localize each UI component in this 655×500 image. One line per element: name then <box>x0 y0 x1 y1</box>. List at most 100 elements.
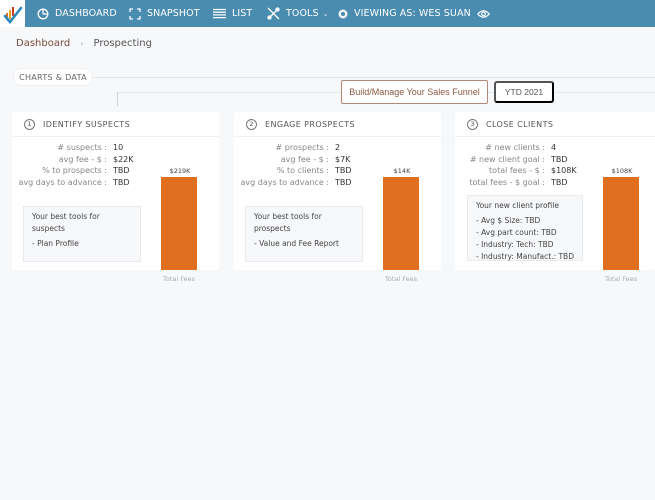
nav-viewing-as-label: VIEWING AS: WES SUAN <box>354 8 471 19</box>
stat-row: # new clients : 4 <box>455 142 577 154</box>
best-tools-box: Your best tools for suspects - Plan Prof… <box>23 206 141 262</box>
bar-value-label: $219K <box>169 167 191 175</box>
card-header: 3 CLOSE CLIENTS <box>455 112 655 137</box>
profile-item: - Industry: Manufact.: TBD <box>476 252 574 261</box>
stat-row: % to clients : TBD <box>234 165 352 177</box>
section-divider-line <box>93 77 655 78</box>
stat-label: avg fee - $ : <box>280 154 329 164</box>
breadcrumb: Dashboard › Prospecting <box>16 38 152 49</box>
profile-item: - Avg $ Size: TBD <box>476 216 541 225</box>
connector-line <box>117 92 341 93</box>
engage-prospects-card: 2 ENGAGE PROSPECTS # prospects : 2 avg fe… <box>234 112 441 283</box>
checkmark-chart-logo-icon <box>3 6 22 24</box>
list-lines-icon <box>213 8 226 19</box>
client-profile-title: Your new client profile <box>476 201 559 210</box>
card-title: CLOSE CLIENTS <box>486 119 554 129</box>
nav-list[interactable]: LIST <box>213 0 252 27</box>
user-circle-icon <box>338 9 348 19</box>
nav-tools-dropdown[interactable]: TOOLS ⌄ <box>267 0 329 27</box>
stat-label: avg days to advance : <box>240 177 329 187</box>
card-header: 1 IDENTIFY SUSPECTS <box>12 112 219 137</box>
stat-row: total fees - $ : $108K <box>455 165 577 177</box>
stat-value: TBD <box>113 177 130 187</box>
stat-value: TBD <box>335 177 352 187</box>
tool-link-value-fee-report[interactable]: - Value and Fee Report <box>254 238 354 250</box>
stat-value: $22K <box>113 154 134 164</box>
total-fees-bar <box>383 177 419 270</box>
best-tools-title: Your best tools for suspects <box>32 212 100 233</box>
nav-tools-label: TOOLS <box>286 8 319 19</box>
stat-value: TBD <box>335 166 352 175</box>
stats-list: # prospects : 2 avg fee - $ : $7K % to cli… <box>234 142 352 189</box>
stat-label: % to clients : <box>276 166 329 175</box>
stats-list: # new clients :4 # new client goal : TBD … <box>455 142 577 189</box>
tools-icon <box>267 7 280 20</box>
bar-axis-label: Total Fees <box>162 275 195 283</box>
charts-data-section-label: CHARTS & DATA <box>13 68 93 86</box>
breadcrumb-dashboard-link[interactable]: Dashboard <box>16 38 70 49</box>
stats-list: # suspects : 10 avg fee - $ : $22K % to pr… <box>12 142 134 189</box>
card-header: 2 ENGAGE PROSPECTS <box>234 112 441 137</box>
stat-label: # new clients : <box>485 143 545 152</box>
new-client-profile-box: Your new client profile - Avg $ Size: TB… <box>467 195 583 261</box>
bar-axis-label: Total Fees <box>384 275 417 283</box>
stat-label: % to prospects : <box>42 166 107 175</box>
total-fees-bar <box>161 177 197 270</box>
total-fees-bar <box>603 177 639 270</box>
breadcrumb-current-page: Prospecting <box>93 38 152 49</box>
close-clients-card: 3 CLOSE CLIENTS # new clients : 4 # new c… <box>455 112 655 283</box>
stat-value: $108K <box>551 166 577 175</box>
stat-label: avg fee - $ : <box>58 154 107 164</box>
stat-value: 2 <box>335 143 341 152</box>
best-tools-box: Your best tools for prospects - Value an… <box>245 206 363 262</box>
nav-viewing-as[interactable]: VIEWING AS: WES SUAN <box>338 0 490 27</box>
stat-row: avg days to advance : TBD <box>234 177 352 189</box>
stat-row: avg fee - $ : $7K <box>234 154 352 166</box>
stat-label: avg days to advance : <box>18 177 107 187</box>
frame-corners-icon <box>129 7 141 20</box>
step-number-badge: 3 <box>467 118 478 130</box>
eye-icon[interactable] <box>476 9 490 19</box>
top-navigation-bar: DASHBOARD SNAPSHOT LIST TOOLS ⌄ VIEWING … <box>0 0 655 27</box>
stat-row: # suspects : 10 <box>12 142 134 154</box>
stat-row: # new client goal : TBD <box>455 154 577 166</box>
stat-value: $7K <box>335 154 351 164</box>
card-title: IDENTIFY SUSPECTS <box>43 119 131 129</box>
app-logo[interactable] <box>0 0 25 27</box>
stat-value: TBD <box>551 154 568 164</box>
stat-label: # new client goal : <box>469 154 545 164</box>
step-number-badge: 1 <box>24 118 35 130</box>
step-number-badge: 2 <box>246 118 257 130</box>
nav-dashboard-label: DASHBOARD <box>55 8 117 19</box>
nav-snapshot[interactable]: SNAPSHOT <box>129 0 200 27</box>
stat-label: # prospects : <box>275 143 329 152</box>
stat-row: % to prospects : TBD <box>12 165 134 177</box>
bar-value-label: $14K <box>393 167 411 175</box>
period-ytd-button[interactable]: YTD 2021 <box>494 81 554 103</box>
pie-chart-icon <box>37 8 49 20</box>
nav-dashboard[interactable]: DASHBOARD <box>37 0 117 27</box>
tool-link-plan-profile[interactable]: - Plan Profile <box>32 238 132 250</box>
nav-list-label: LIST <box>232 8 253 19</box>
stat-label: total fees - $ : <box>489 166 545 175</box>
stat-row: avg days to advance : TBD <box>12 177 134 189</box>
identify-suspects-card: 1 IDENTIFY SUSPECTS # suspects : 10 avg f… <box>12 112 219 283</box>
bar-axis-label: Total Fees <box>604 275 637 283</box>
card-title: ENGAGE PROSPECTS <box>265 119 355 129</box>
best-tools-title: Your best tools for prospects <box>254 212 322 233</box>
breadcrumb-separator: › <box>80 39 84 48</box>
stat-value: TBD <box>113 166 130 175</box>
build-sales-funnel-button[interactable]: Build/Manage Your Sales Funnel <box>341 80 488 104</box>
stat-value: 10 <box>113 143 124 152</box>
connector-line-vertical <box>117 92 118 106</box>
stat-value: TBD <box>551 177 568 187</box>
stat-row: total fees - $ goal : TBD <box>455 177 577 189</box>
stat-row: # prospects : 2 <box>234 142 352 154</box>
stat-value: 4 <box>551 143 557 152</box>
chevron-down-icon: ⌄ <box>322 9 329 18</box>
connector-line-right <box>554 92 655 93</box>
nav-snapshot-label: SNAPSHOT <box>147 8 200 19</box>
stat-label: total fees - $ goal : <box>469 177 545 187</box>
profile-item: - Industry: Tech: TBD <box>476 240 554 249</box>
bar-value-label: $108K <box>611 167 633 175</box>
